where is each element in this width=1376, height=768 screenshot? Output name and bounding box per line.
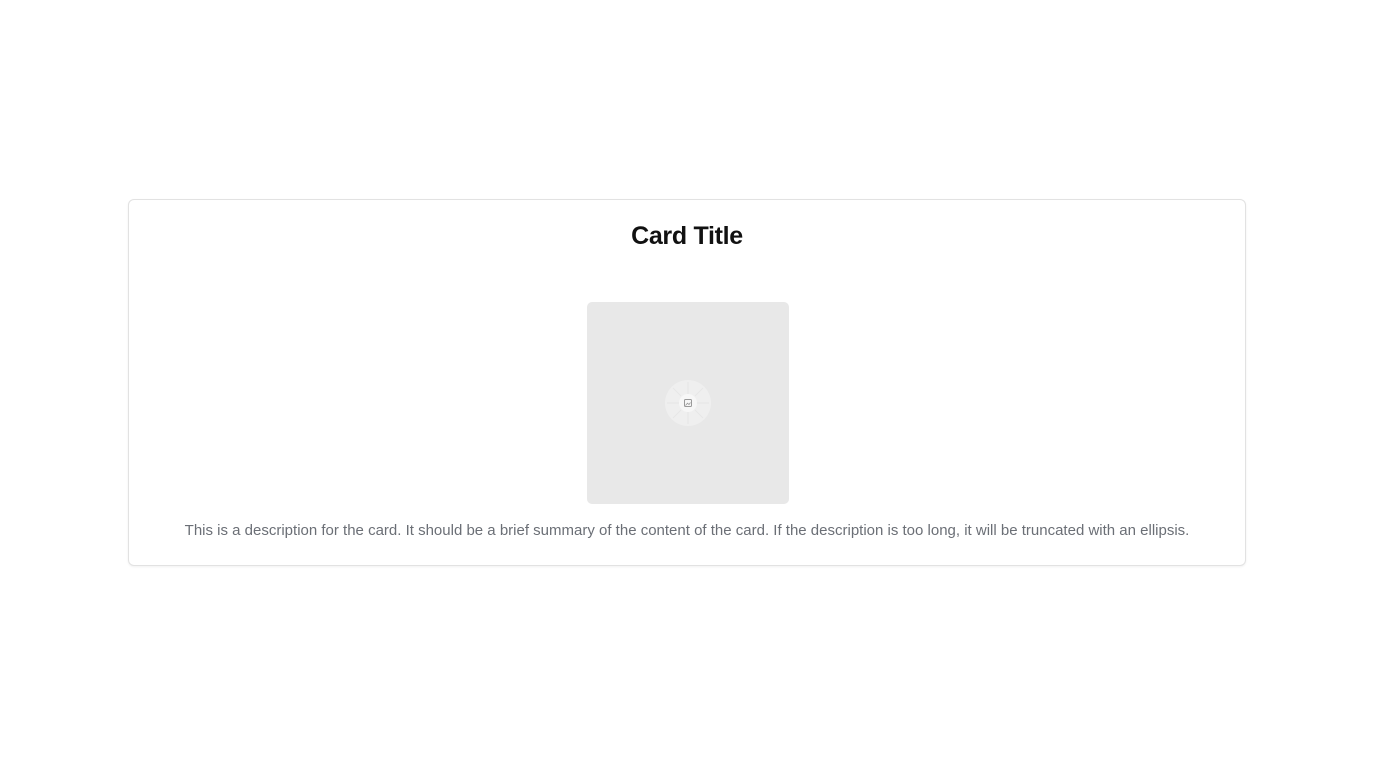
card-description: This is a description for the card. It s…	[184, 522, 1190, 539]
image-icon	[665, 380, 711, 426]
card-title: Card Title	[631, 222, 743, 250]
page: Card Title This is a description for the…	[0, 0, 1376, 768]
card: Card Title This is a description for the…	[128, 199, 1246, 566]
card-image-placeholder	[587, 302, 789, 504]
